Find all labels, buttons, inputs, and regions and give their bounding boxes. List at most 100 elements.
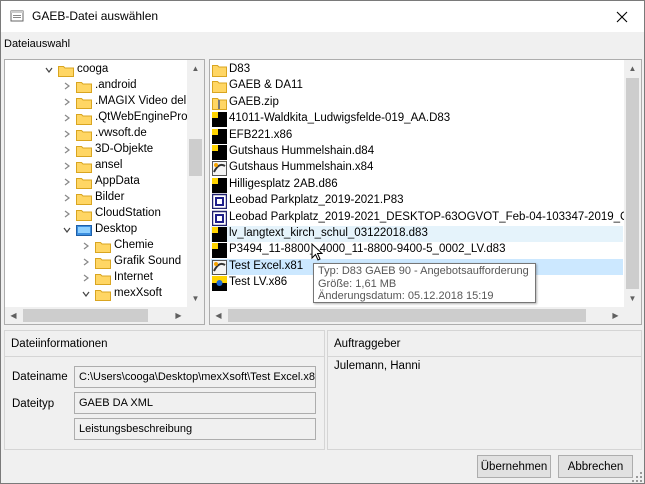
file-name: Leobad Parkplatz_2019-2021_DESKTOP-63OGV… (229, 210, 642, 223)
tree-item[interactable]: Desktop (5, 222, 187, 238)
file-list-item[interactable]: GAEB & DA11 (211, 78, 623, 94)
tree-item-label: ansel (95, 159, 123, 171)
folder-icon (212, 65, 227, 77)
tree-item-label: Chemie (114, 239, 154, 251)
tree-item-label: AppData (95, 175, 140, 187)
tree-item[interactable]: Bilder (5, 190, 187, 206)
folder-tree[interactable]: cooga .android .MAGIX Video delu .QtWebEngi… (4, 59, 205, 325)
scroll-left-icon[interactable]: ◀ (5, 307, 22, 324)
tree-item[interactable]: cooga (5, 62, 187, 78)
tree-item[interactable]: CloudStation (5, 206, 187, 222)
zip-folder-icon (212, 97, 227, 110)
filetype-field[interactable]: GAEB DA XML (74, 392, 316, 414)
files-horizontal-scrollbar[interactable]: ◀ ▶ (210, 307, 624, 324)
cancel-button[interactable]: Abbrechen (558, 455, 633, 478)
scroll-up-icon[interactable]: ▲ (187, 60, 204, 77)
tree-item[interactable]: 3D-Objekte (5, 142, 187, 158)
collapsed-chevron-icon[interactable] (62, 209, 72, 219)
scroll-thumb[interactable] (23, 309, 148, 322)
filetype-subtype-field[interactable]: Leistungsbeschreibung (74, 418, 316, 440)
gaeb-file-icon (212, 193, 227, 210)
tree-horizontal-scrollbar[interactable]: ◀ ▶ (5, 307, 187, 324)
expanded-chevron-icon[interactable] (44, 65, 54, 75)
file-name: GAEB.zip (229, 95, 279, 108)
close-button[interactable] (600, 1, 644, 32)
scroll-up-icon[interactable]: ▲ (624, 60, 641, 77)
expanded-chevron-icon[interactable] (62, 225, 72, 235)
scroll-thumb[interactable] (189, 139, 202, 176)
tree-item[interactable]: AppData (5, 174, 187, 190)
tree-item-label: .android (95, 79, 137, 91)
tree-item[interactable]: .vwsoft.de (5, 126, 187, 142)
gaeb-file-icon (212, 276, 227, 292)
filename-label: Dateiname (12, 371, 68, 383)
tree-item[interactable]: .QtWebEngineProc (5, 110, 193, 126)
file-list-item[interactable]: Leobad Parkplatz_2019-2021.P83 (211, 193, 623, 210)
scroll-down-icon[interactable]: ▼ (624, 290, 641, 307)
collapsed-chevron-icon[interactable] (62, 177, 72, 187)
resize-grip-icon[interactable] (631, 471, 643, 483)
collapsed-chevron-icon[interactable] (62, 113, 72, 123)
scroll-down-icon[interactable]: ▼ (187, 290, 204, 307)
tree-item[interactable]: Chemie (5, 238, 187, 254)
file-list-item[interactable]: P3494_11-8800_ 4000_11-8800-9400-5_0002_… (211, 242, 623, 259)
client-value: Julemann, Hanni (334, 360, 421, 372)
gaeb-file-icon (212, 161, 227, 177)
scroll-left-icon[interactable]: ◀ (210, 307, 227, 324)
file-list-item[interactable]: Hilligesplatz 2AB.d86 (211, 177, 623, 193)
scroll-thumb[interactable] (228, 309, 586, 322)
collapsed-chevron-icon[interactable] (81, 273, 91, 283)
file-name: Gutshaus Hummelshain.d84 (229, 145, 375, 157)
tree-item[interactable]: Grafik Sound (5, 254, 187, 270)
folder-icon (76, 194, 92, 205)
scroll-thumb[interactable] (626, 78, 639, 289)
folder-icon (95, 242, 111, 253)
folder-icon (76, 82, 92, 93)
accept-button[interactable]: Übernehmen (477, 455, 551, 478)
files-vertical-scrollbar[interactable]: ▲ ▼ (624, 60, 641, 307)
gaeb-file-icon (212, 227, 227, 242)
collapsed-chevron-icon[interactable] (62, 161, 72, 171)
tree-item[interactable]: Internet (5, 270, 187, 286)
scroll-right-icon[interactable]: ▶ (170, 307, 187, 324)
desktop-folder-icon (76, 225, 92, 236)
folder-icon (76, 98, 92, 109)
dialog-window: GAEB-Datei auswählen Dateiauswahl cooga.… (0, 0, 645, 484)
tree-vertical-scrollbar[interactable]: ▲ ▼ (187, 60, 204, 307)
filename-field[interactable]: C:\Users\cooga\Desktop\mexXsoft\Test Exc… (74, 366, 316, 388)
folder-icon (76, 162, 92, 173)
scroll-right-icon[interactable]: ▶ (607, 307, 624, 324)
collapsed-chevron-icon[interactable] (62, 97, 72, 107)
tree-item-label: Internet (114, 271, 153, 283)
tree-item[interactable]: .android (5, 78, 187, 94)
gaeb-file-icon (212, 112, 227, 128)
gaeb-file-icon (212, 145, 227, 160)
tree-item-label: Grafik Sound (114, 255, 182, 267)
file-name: EFB221.x86 (229, 128, 293, 141)
file-name: Leobad Parkplatz_2019-2021.P83 (229, 194, 404, 207)
file-list-item[interactable]: GAEB.zip (211, 95, 623, 111)
tree-item[interactable]: .MAGIX Video delu (5, 94, 193, 110)
file-name: lv_langtext_kirch_schul_03122018.d83 (229, 227, 428, 239)
tree-item[interactable]: ansel (5, 158, 187, 174)
file-list-item[interactable]: EFB221.x86 (211, 128, 623, 144)
file-list-item[interactable]: 41011-Waldkita_Ludwigsfelde-019_AA.D83 (211, 111, 623, 128)
file-list-item[interactable]: Leobad Parkplatz_2019-2021_DESKTOP-63OGV… (211, 210, 641, 226)
collapsed-chevron-icon[interactable] (62, 81, 72, 91)
file-list-item[interactable]: Gutshaus Hummelshain.x84 (211, 160, 623, 177)
collapsed-chevron-icon[interactable] (62, 145, 72, 155)
file-list-item[interactable]: D83 (211, 62, 623, 78)
collapsed-chevron-icon[interactable] (81, 257, 91, 267)
collapsed-chevron-icon[interactable] (62, 129, 72, 139)
app-icon (10, 10, 24, 22)
tree-item[interactable]: mexXsoft (5, 286, 187, 302)
gaeb-file-icon (212, 259, 227, 275)
collapsed-chevron-icon[interactable] (81, 241, 91, 251)
tree-item-label: CloudStation (95, 207, 161, 219)
collapsed-chevron-icon[interactable] (62, 193, 72, 203)
file-list-item[interactable]: Gutshaus Hummelshain.d84 (211, 144, 623, 160)
scroll-corner (624, 307, 641, 324)
tree-item-label: .MAGIX Video delu (95, 95, 193, 107)
file-list-item[interactable]: lv_langtext_kirch_schul_03122018.d83 (211, 226, 623, 242)
expanded-chevron-icon[interactable] (81, 289, 91, 299)
